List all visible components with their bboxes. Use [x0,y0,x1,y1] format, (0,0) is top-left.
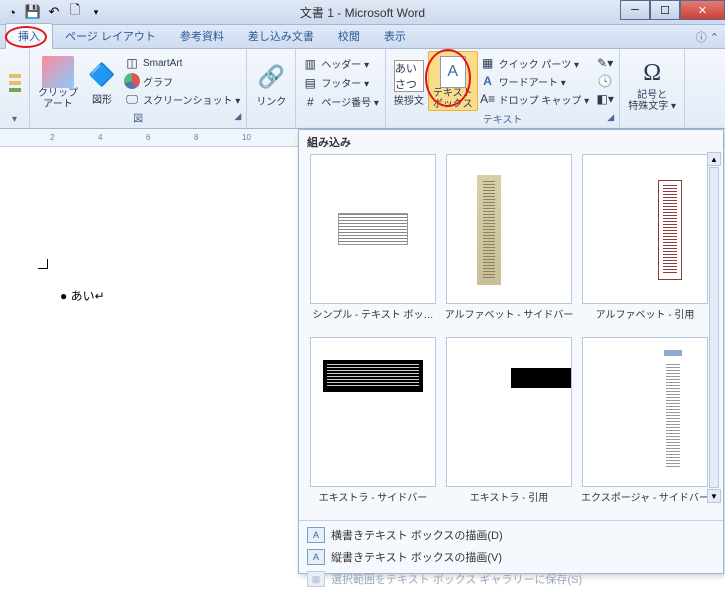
group-text: あいさつ 挨拶文 A テキスト ボックス ▦クイック パーツ ▾ Aワードアート… [386,49,620,128]
draw-horizontal-textbox[interactable]: A横書きテキスト ボックスの描画(D) [307,524,715,546]
header-icon: ▥ [302,56,318,72]
minimize-button[interactable]: ─ [620,0,650,20]
screenshot-button[interactable]: 🖵スクリーンショット ▾ [122,90,242,108]
dropcap-icon: A≡ [480,91,496,107]
signature-button[interactable]: ✎▾ [595,54,615,72]
vert-textbox-icon: A [307,549,325,565]
tab-insert[interactable]: 挿入 [5,23,53,49]
tab-page-layout[interactable]: ページ レイアウト [53,24,168,48]
qat-more-icon[interactable]: ▾ [87,3,105,21]
word-icon[interactable]: ◔ [3,3,21,21]
shapes-button[interactable]: 🔷 図形 [82,51,122,110]
wordart-icon: A [480,73,496,89]
save-textbox-icon: ▦ [307,571,325,587]
window-title: 文書 1 - Microsoft Word [300,4,425,21]
object-icon: ◧▾ [597,91,613,107]
gallery-item-extra-quote[interactable]: エキストラ - 引用 [441,337,577,516]
quickparts-button[interactable]: ▦クイック パーツ ▾ [478,54,592,72]
ribbon-tabs: 挿入 ページ レイアウト 参考資料 差し込み文書 校閲 表示 ⓘ ⌃ [0,25,725,49]
ribbon: ▾ クリップ アート 🔷 図形 ◫SmartArt グラフ 🖵スクリーンショット… [0,49,725,129]
group-clipboard: ▾ [0,49,30,128]
group-header-footer: ▥ヘッダー ▾ ▤フッター ▾ #ページ番号 ▾ [296,49,386,128]
window-buttons: ─ ☐ ✕ [620,0,725,20]
greeting-button[interactable]: あいさつ 挨拶文 [390,51,428,111]
clipart-icon [42,56,74,88]
chart-button[interactable]: グラフ [122,72,242,90]
smartart-icon: ◫ [124,55,140,71]
clipart-button[interactable]: クリップ アート [34,51,82,110]
gallery-item-exposure-sidebar[interactable]: エクスポージャ - サイドバー [577,337,713,516]
quick-access-toolbar: ◔ 💾 ↶ 🗋 ▾ [0,3,105,21]
tab-references[interactable]: 参考資料 [168,24,236,48]
gallery-item-alphabet-quote[interactable]: アルファベット - 引用 [577,154,713,333]
gallery-footer: A横書きテキスト ボックスの描画(D) A縦書きテキスト ボックスの描画(V) … [299,520,723,593]
object-button[interactable]: ◧▾ [595,90,615,108]
header-button[interactable]: ▥ヘッダー ▾ [300,55,381,73]
group-symbols: Ω 記号と 特殊文字 ▾ [620,49,685,128]
link-icon: 🔗 [255,61,287,93]
undo-icon[interactable]: ↶ [45,3,63,21]
horiz-textbox-icon: A [307,527,325,543]
save-selection-textbox: ▦選択範囲をテキスト ボックス ギャラリーに保存(S) [307,568,715,590]
datetime-icon: 🕓 [597,73,613,89]
title-bar: ◔ 💾 ↶ 🗋 ▾ 文書 1 - Microsoft Word ─ ☐ ✕ [0,0,725,25]
footer-button[interactable]: ▤フッター ▾ [300,74,381,92]
signature-icon: ✎▾ [597,55,613,71]
gallery-item-alphabet-sidebar[interactable]: アルファベット - サイドバー [441,154,577,333]
help-icon[interactable]: ⓘ ⌃ [696,29,719,45]
close-button[interactable]: ✕ [680,0,725,20]
symbol-button[interactable]: Ω 記号と 特殊文字 ▾ [624,51,680,114]
tab-view[interactable]: 表示 [372,24,418,48]
gallery-item-simple[interactable]: シンプル - テキスト ボッ… [305,154,441,333]
pagenumber-button[interactable]: #ページ番号 ▾ [300,93,381,111]
gallery-scrollbar[interactable]: ▲ ▼ [707,152,721,503]
textbox-gallery-panel: 組み込み シンプル - テキスト ボッ… アルファベット - サイドバー アルフ… [298,129,724,574]
scroll-down-icon[interactable]: ▼ [707,489,721,503]
gallery-item-extra-sidebar[interactable]: エキストラ - サイドバー [305,337,441,516]
textbox-button[interactable]: A テキスト ボックス [428,51,478,111]
cursor-indicator [38,259,48,269]
wordart-button[interactable]: Aワードアート ▾ [478,72,592,90]
greeting-icon: あいさつ [394,60,424,92]
save-icon[interactable]: 💾 [24,3,42,21]
datetime-button[interactable]: 🕓 [595,72,615,90]
scroll-up-icon[interactable]: ▲ [707,152,721,166]
new-doc-icon[interactable]: 🗋 [66,3,84,21]
shapes-icon: 🔷 [86,59,118,91]
gallery-grid: シンプル - テキスト ボッ… アルファベット - サイドバー アルファベット … [299,154,723,520]
tab-review[interactable]: 校閲 [326,24,372,48]
group-illustrations: クリップ アート 🔷 図形 ◫SmartArt グラフ 🖵スクリーンショット ▾… [30,49,247,128]
link-button[interactable]: 🔗 リンク [251,51,291,114]
footer-icon: ▤ [302,75,318,91]
maximize-button[interactable]: ☐ [650,0,680,20]
omega-icon: Ω [636,58,668,90]
dropcap-button[interactable]: A≡ドロップ キャップ ▾ [478,90,592,108]
textbox-icon: A [440,56,466,88]
group-links: 🔗 リンク [247,49,296,128]
screenshot-icon: 🖵 [124,91,140,107]
tab-mailings[interactable]: 差し込み文書 [236,24,326,48]
draw-vertical-textbox[interactable]: A縦書きテキスト ボックスの描画(V) [307,546,715,568]
gallery-heading: 組み込み [299,130,723,154]
quickparts-icon: ▦ [480,55,496,71]
chart-icon [124,73,140,89]
smartart-button[interactable]: ◫SmartArt [122,54,242,72]
pagenumber-icon: # [302,94,318,110]
document-text: ● あい↵ [60,289,105,303]
